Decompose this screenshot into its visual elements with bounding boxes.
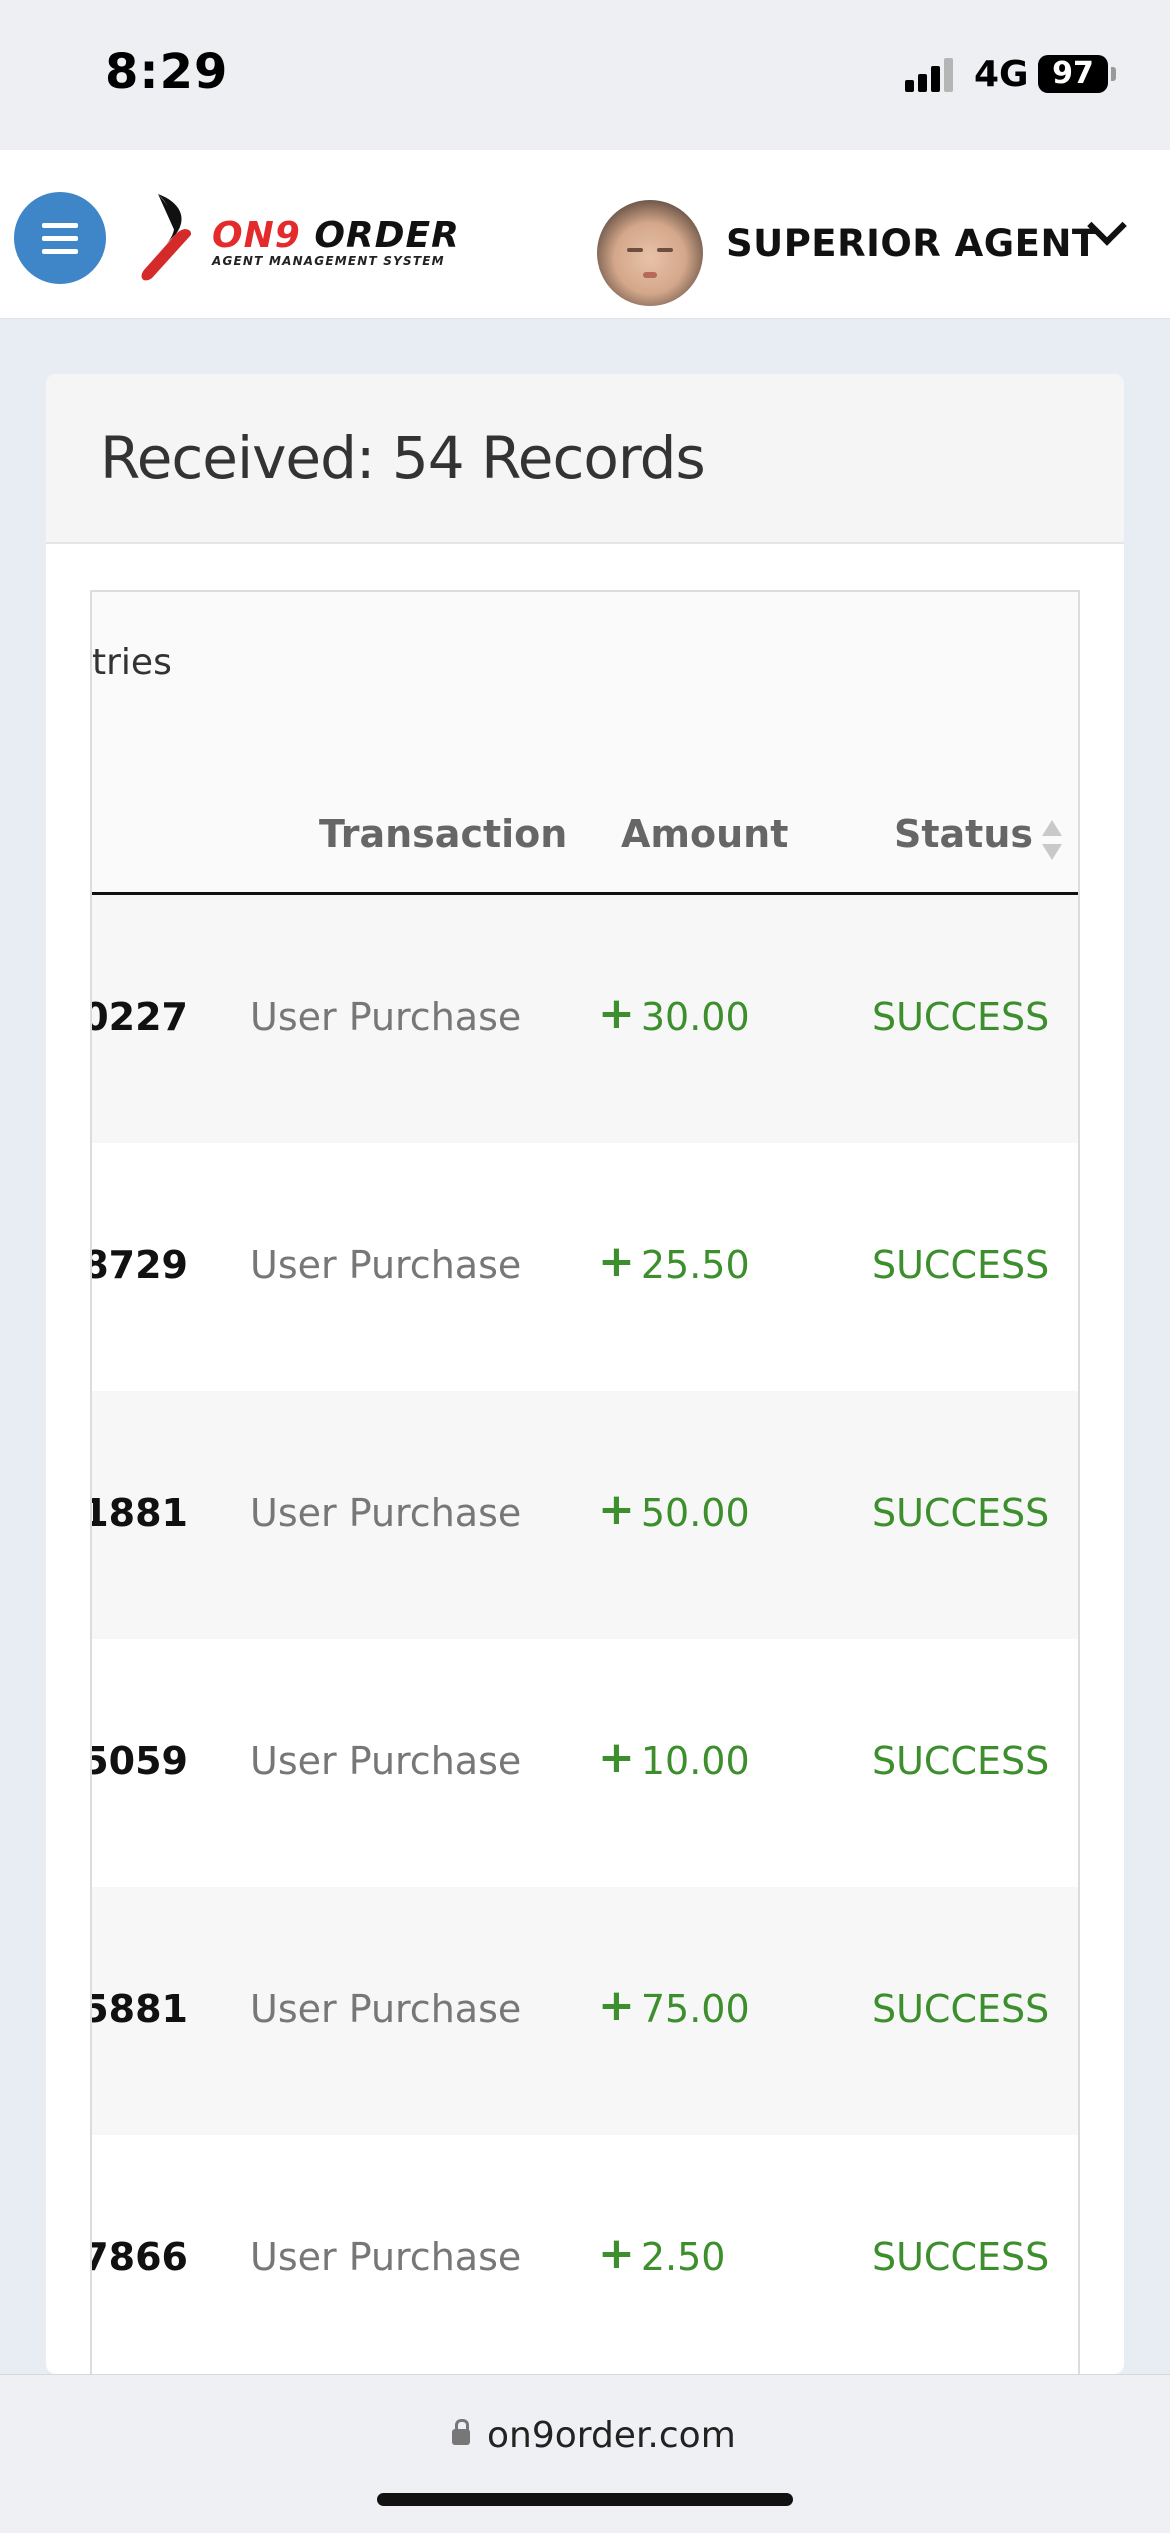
transaction-amount: +10.00 — [598, 1732, 750, 1784]
transaction-id: 25059 — [92, 1739, 188, 1783]
table-row[interactable]: 57866 User Purchase +2.50 SUCCESS — [92, 2135, 1078, 2385]
browser-address-bar[interactable]: on9order.com — [0, 2374, 1170, 2533]
transaction-amount: +2.50 — [598, 2228, 726, 2280]
status-bar: 8:29 4G 97 — [0, 0, 1170, 150]
plus-icon: + — [598, 1980, 635, 2031]
sort-icon[interactable] — [1040, 818, 1064, 862]
logo[interactable]: ON9 ORDER AGENT MANAGEMENT SYSTEM — [212, 215, 460, 268]
logo-title-word: ORDER — [300, 215, 460, 256]
battery-icon: 97 — [1038, 55, 1108, 93]
column-header-status[interactable]: Status — [894, 812, 1033, 856]
table-row[interactable]: 25059 User Purchase +10.00 SUCCESS — [92, 1639, 1078, 1889]
logo-title-brand: ON9 — [212, 215, 301, 256]
table-row[interactable]: 71881 User Purchase +50.00 SUCCESS — [92, 1391, 1078, 1641]
status-badge: SUCCESS — [872, 2235, 1050, 2279]
plus-icon: + — [598, 2228, 635, 2279]
cellular-signal-icon — [905, 58, 955, 92]
network-type: 4G — [974, 54, 1029, 95]
status-time: 8:29 — [105, 44, 229, 100]
lock-icon — [452, 2419, 470, 2445]
table-header: Transaction Amount Status — [92, 772, 1078, 895]
transaction-id: 38729 — [92, 1243, 188, 1287]
transaction-type: User Purchase — [250, 1243, 522, 1287]
battery-tip — [1111, 67, 1116, 81]
transaction-id: 35881 — [92, 1987, 188, 2031]
transaction-amount: +25.50 — [598, 1236, 750, 1288]
records-table[interactable]: tries Transaction Amount Status 00227 Us… — [90, 590, 1080, 2422]
transaction-type: User Purchase — [250, 1491, 522, 1535]
plus-icon: + — [598, 1732, 635, 1783]
transaction-id: 00227 — [92, 995, 188, 1039]
plus-icon: + — [598, 1484, 635, 1535]
card-header: Received: 54 Records — [46, 374, 1124, 544]
status-badge: SUCCESS — [872, 1243, 1050, 1287]
plus-icon: + — [598, 1236, 635, 1287]
user-name[interactable]: SUPERIOR AGENT — [726, 222, 1098, 265]
table-row[interactable]: 00227 User Purchase +30.00 SUCCESS — [92, 895, 1078, 1145]
url-text[interactable]: on9order.com — [487, 2415, 736, 2456]
plus-icon: + — [598, 988, 635, 1039]
transaction-id: 57866 — [92, 2235, 188, 2279]
logo-mark-icon — [141, 194, 192, 281]
transaction-id: 71881 — [92, 1491, 188, 1535]
transaction-type: User Purchase — [250, 995, 522, 1039]
transaction-type: User Purchase — [250, 1987, 522, 2031]
transaction-type: User Purchase — [250, 2235, 522, 2279]
transaction-amount: +75.00 — [598, 1980, 750, 2032]
status-badge: SUCCESS — [872, 1987, 1050, 2031]
transaction-type: User Purchase — [250, 1739, 522, 1783]
table-row[interactable]: 35881 User Purchase +75.00 SUCCESS — [92, 1887, 1078, 2137]
table-row[interactable]: 38729 User Purchase +25.50 SUCCESS — [92, 1143, 1078, 1393]
home-indicator[interactable] — [377, 2493, 793, 2506]
logo-subtitle: AGENT MANAGEMENT SYSTEM — [212, 254, 445, 268]
entries-label: tries — [92, 642, 172, 683]
transaction-amount: +30.00 — [598, 988, 750, 1040]
status-badge: SUCCESS — [872, 1739, 1050, 1783]
column-header-amount[interactable]: Amount — [621, 812, 788, 856]
page-title: Received: 54 Records — [100, 424, 706, 492]
status-badge: SUCCESS — [872, 1491, 1050, 1535]
app-header: ON9 ORDER AGENT MANAGEMENT SYSTEM SUPERI… — [0, 150, 1170, 319]
status-badge: SUCCESS — [872, 995, 1050, 1039]
avatar[interactable] — [597, 200, 703, 306]
records-card: Received: 54 Records tries Transaction A… — [46, 374, 1124, 2422]
column-header-transaction[interactable]: Transaction — [319, 812, 567, 856]
hamburger-menu-button[interactable] — [14, 192, 106, 284]
transaction-amount: +50.00 — [598, 1484, 750, 1536]
